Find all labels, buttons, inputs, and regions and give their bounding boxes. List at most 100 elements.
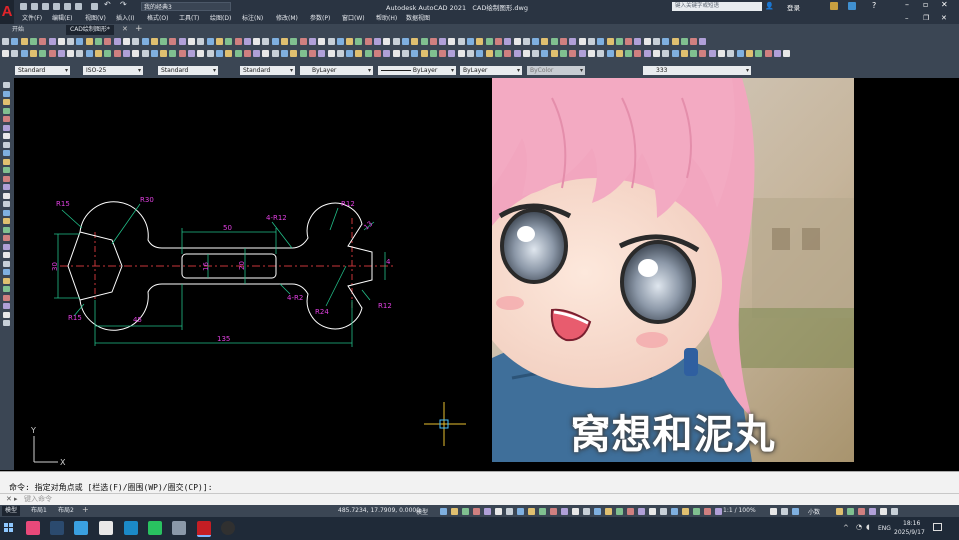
tab-start[interactable]: 开始 (8, 25, 28, 35)
toolbar-tool-icon[interactable] (467, 50, 474, 57)
toolbar-tool-icon[interactable] (244, 50, 251, 57)
toolbar-tool-icon[interactable] (634, 50, 641, 57)
user-icon[interactable]: 👤 (765, 2, 774, 11)
doc-minimize-icon[interactable]: – (905, 14, 909, 22)
status-toggle-icon[interactable] (627, 508, 634, 515)
toolbar-tool-icon[interactable] (746, 50, 753, 57)
toolbar-tool-icon[interactable] (662, 38, 669, 45)
toolbar-tool-icon[interactable] (402, 50, 409, 57)
toolbar-tool-icon[interactable] (681, 50, 688, 57)
layer-dropdown[interactable]: 333 (643, 66, 751, 75)
toolbar-tool-icon[interactable] (216, 50, 223, 57)
app-exchange-icon[interactable] (848, 2, 856, 10)
toolbar-tool-icon[interactable] (541, 50, 548, 57)
menu-help[interactable]: 帮助(H) (376, 14, 397, 24)
units-button[interactable]: 小数 (808, 507, 820, 516)
undo-icon[interactable]: ↶ (104, 0, 111, 9)
toolbar-tool-icon[interactable] (160, 50, 167, 57)
menu-edit[interactable]: 编辑(E) (52, 14, 72, 24)
wifi-icon[interactable]: ◔ (856, 523, 862, 531)
toolbar-tool-icon[interactable] (160, 38, 167, 45)
toolbar-tool-icon[interactable] (86, 38, 93, 45)
toolbar-tool-icon[interactable] (11, 50, 18, 57)
help-icon[interactable]: ? (872, 1, 876, 10)
toolbar-tool-icon[interactable] (532, 50, 539, 57)
toolbar-tool-icon[interactable] (783, 50, 790, 57)
toolbar-tool-icon[interactable] (421, 50, 428, 57)
toolbar-tool-icon[interactable] (197, 50, 204, 57)
toolbar-tool-icon[interactable] (30, 38, 37, 45)
toolbar-tool-icon[interactable] (765, 50, 772, 57)
toolbar-tool-icon[interactable] (607, 38, 614, 45)
toolbar-tool-icon[interactable] (393, 50, 400, 57)
toolbar-tool-icon[interactable] (309, 38, 316, 45)
color-dropdown[interactable]: ByLayer (300, 66, 373, 75)
status-toggle-icon[interactable] (649, 508, 656, 515)
tab-drawing[interactable]: CAD绘制图形* (66, 25, 114, 35)
toolbar-tool-icon[interactable] (523, 38, 530, 45)
toolbar-tool-icon[interactable] (672, 50, 679, 57)
toolbar-tool-icon[interactable] (67, 38, 74, 45)
coordinate-readout[interactable]: 485.7234, 17.7909, 0.0000 (338, 507, 420, 514)
maximize-icon[interactable]: ▫ (923, 0, 928, 9)
taskbar-wechat-icon[interactable] (148, 521, 162, 535)
toolbar-tool-icon[interactable] (76, 38, 83, 45)
status-toggle-icon[interactable] (594, 508, 601, 515)
status-toggle-icon[interactable] (770, 508, 777, 515)
status-toggle-icon[interactable] (781, 508, 788, 515)
table-style-dropdown[interactable]: Standard (158, 66, 218, 75)
menu-tools[interactable]: 工具(T) (179, 14, 199, 24)
menu-data-view[interactable]: 数据视图 (406, 14, 430, 24)
command-close-icon[interactable]: ✕ (6, 495, 12, 503)
toolbar-tool-icon[interactable] (569, 38, 576, 45)
annotation-scale[interactable]: 1:1 / 100% (723, 507, 756, 514)
toolbar-tool-icon[interactable] (402, 38, 409, 45)
taskbar-edge-icon[interactable] (124, 521, 138, 535)
toolbar-tool-icon[interactable] (727, 50, 734, 57)
toolbar-tool-icon[interactable] (346, 50, 353, 57)
tab-close-icon[interactable]: ✕ (122, 25, 128, 33)
toolbar-tool-icon[interactable] (476, 38, 483, 45)
new-tab-icon[interactable]: + (135, 24, 143, 34)
toolbar-tool-icon[interactable] (151, 38, 158, 45)
taskbar-app-4-icon[interactable] (99, 521, 113, 535)
toolbar-tool-icon[interactable] (560, 38, 567, 45)
toolbar-tool-icon[interactable] (318, 50, 325, 57)
status-toggle-icon[interactable] (484, 508, 491, 515)
taskbar-app-3-icon[interactable] (74, 521, 88, 535)
toolbar-tool-icon[interactable] (39, 50, 46, 57)
toolbar-tool-icon[interactable] (300, 50, 307, 57)
add-layout-icon[interactable]: + (82, 505, 89, 514)
cart-icon[interactable] (830, 2, 838, 10)
toolbar-tool-icon[interactable] (272, 50, 279, 57)
status-toggle-icon[interactable] (495, 508, 502, 515)
notification-icon[interactable] (933, 523, 942, 531)
toolbar-tool-icon[interactable] (355, 38, 362, 45)
toolbar-tool-icon[interactable] (458, 38, 465, 45)
toolbar-tool-icon[interactable] (281, 50, 288, 57)
toolbar-tool-icon[interactable] (718, 50, 725, 57)
status-toggle-icon[interactable] (792, 508, 799, 515)
toolbar-tool-icon[interactable] (495, 38, 502, 45)
toolbar-tool-icon[interactable] (755, 50, 762, 57)
minimize-icon[interactable]: – (905, 0, 909, 9)
toolbar-tool-icon[interactable] (579, 38, 586, 45)
toolbar-tool-icon[interactable] (486, 38, 493, 45)
status-toggle-icon[interactable] (462, 508, 469, 515)
status-toggle-icon[interactable] (891, 508, 898, 515)
toolbar-tool-icon[interactable] (104, 38, 111, 45)
status-toggle-icon[interactable] (660, 508, 667, 515)
status-toggle-icon[interactable] (517, 508, 524, 515)
toolbar-tool-icon[interactable] (672, 38, 679, 45)
status-toggle-icon[interactable] (880, 508, 887, 515)
toolbar-tool-icon[interactable] (67, 50, 74, 57)
status-toggle-icon[interactable] (836, 508, 843, 515)
taskbar-steam-icon[interactable] (50, 521, 64, 535)
status-toggle-icon[interactable] (506, 508, 513, 515)
toolbar-tool-icon[interactable] (86, 50, 93, 57)
toolbar-tool-icon[interactable] (430, 38, 437, 45)
toolbar-tool-icon[interactable] (383, 38, 390, 45)
save-icon[interactable] (42, 3, 49, 10)
toolbar-tool-icon[interactable] (430, 50, 437, 57)
toolbar-tool-icon[interactable] (551, 38, 558, 45)
